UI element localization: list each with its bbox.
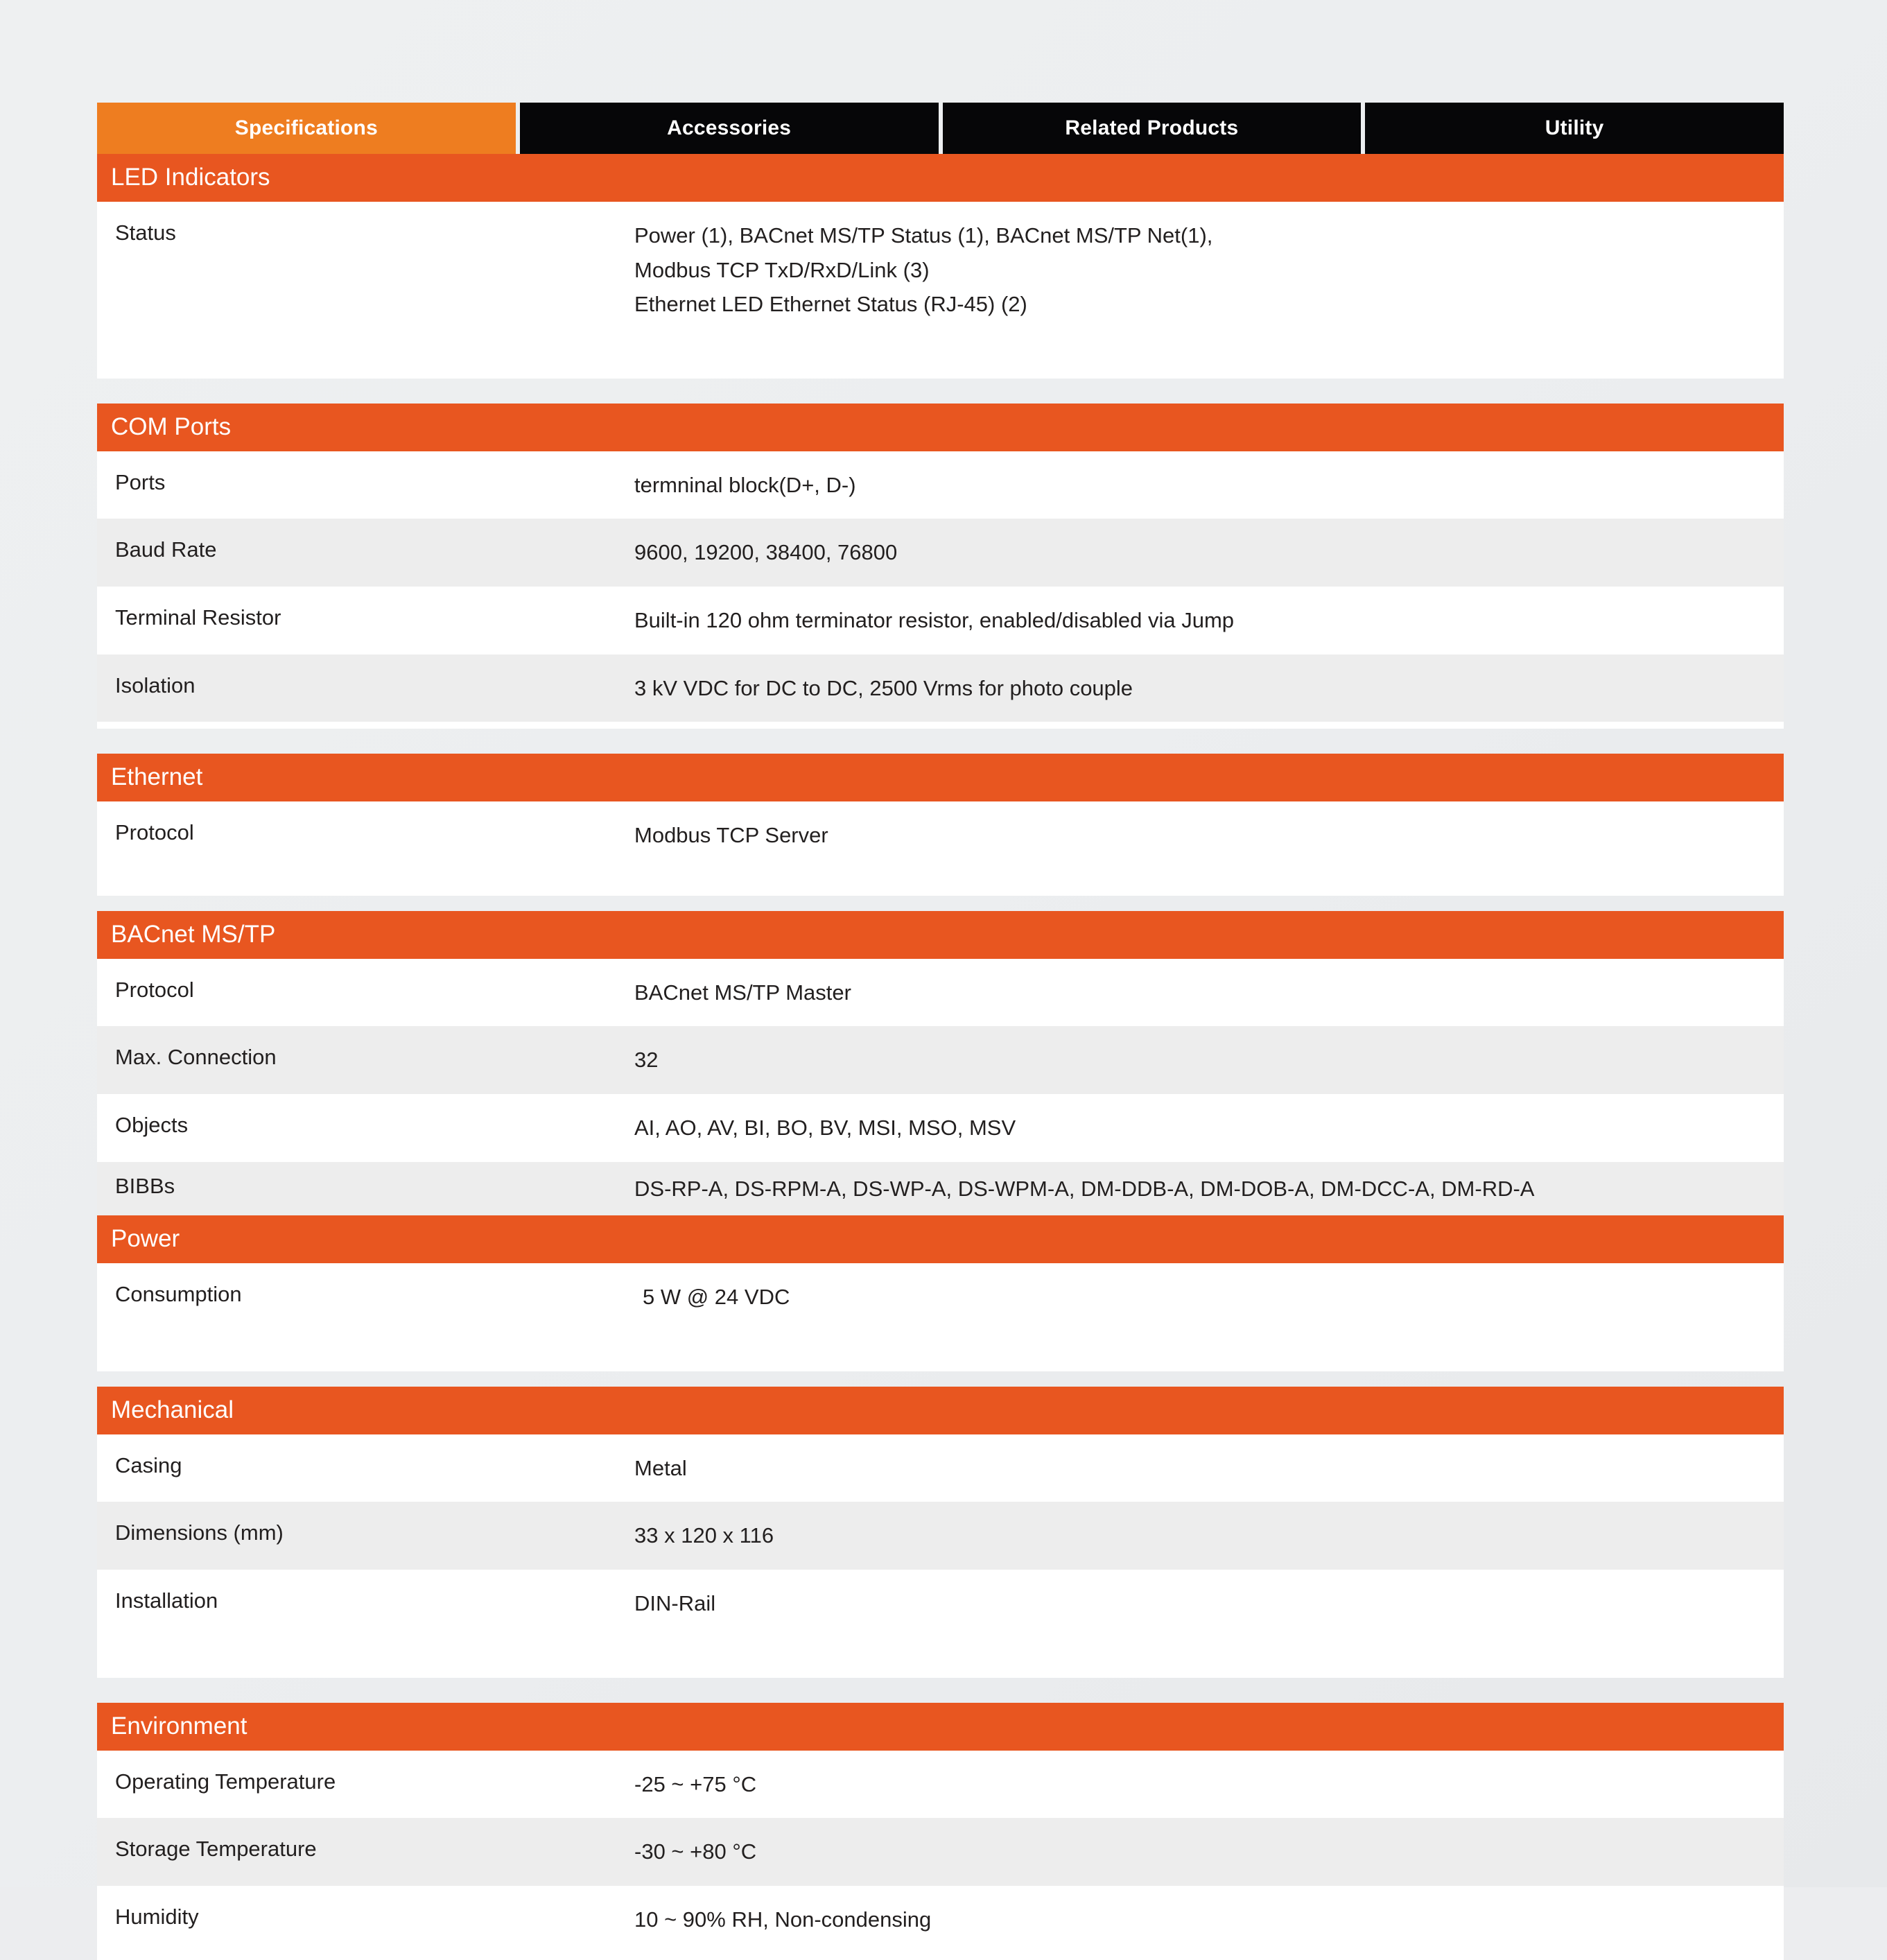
section-rows-mechanical: Casing Metal Dimensions (mm) 33 x 120 x … xyxy=(97,1434,1784,1678)
row-value: -25 ~ +75 °C xyxy=(634,1751,1784,1819)
section-title: COM Ports xyxy=(111,415,231,439)
row-label: Objects xyxy=(97,1094,634,1156)
section-title: LED Indicators xyxy=(111,165,270,189)
table-row: Terminal Resistor Built-in 120 ohm termi… xyxy=(97,587,1784,654)
section-title: Power xyxy=(111,1226,180,1251)
table-row: Ports termninal block(D+, D-) xyxy=(97,451,1784,519)
row-label: Storage Temperature xyxy=(97,1818,634,1880)
table-row: Isolation 3 kV VDC for DC to DC, 2500 Vr… xyxy=(97,654,1784,722)
table-row: Operating Temperature -25 ~ +75 °C xyxy=(97,1751,1784,1819)
section-header-com-ports: COM Ports xyxy=(97,404,1784,451)
row-label: Operating Temperature xyxy=(97,1751,634,1813)
row-label: Isolation xyxy=(97,654,634,717)
row-value: termninal block(D+, D-) xyxy=(634,451,1784,519)
row-value: 33 x 120 x 116 xyxy=(634,1502,1784,1570)
row-label: Protocol xyxy=(97,801,634,864)
row-label: Consumption xyxy=(97,1263,634,1326)
row-value: AI, AO, AV, BI, BO, BV, MSI, MSO, MSV xyxy=(634,1094,1784,1162)
row-label: Status xyxy=(97,202,634,264)
table-row: Protocol Modbus TCP Server xyxy=(97,801,1784,869)
section-title: Environment xyxy=(111,1714,247,1738)
spec-content: Specifications Accessories Related Produ… xyxy=(97,103,1784,1960)
section-rows-ethernet: Protocol Modbus TCP Server xyxy=(97,801,1784,896)
row-value: 10 ~ 90% RH, Non-condensing xyxy=(634,1886,1784,1954)
row-value: Modbus TCP Server xyxy=(634,801,1784,869)
section-header-bacnet-mstp: BACnet MS/TP xyxy=(97,911,1784,959)
row-value: 3 kV VDC for DC to DC, 2500 Vrms for pho… xyxy=(634,654,1784,722)
section-header-power: Power xyxy=(97,1215,1784,1263)
section-title: Mechanical xyxy=(111,1398,234,1422)
table-row: Protocol BACnet MS/TP Master xyxy=(97,959,1784,1027)
row-value: Built-in 120 ohm terminator resistor, en… xyxy=(634,587,1784,654)
row-value: BACnet MS/TP Master xyxy=(634,959,1784,1027)
table-row: Baud Rate 9600, 19200, 38400, 76800 xyxy=(97,519,1784,587)
table-row: BIBBs DS-RP-A, DS-RPM-A, DS-WP-A, DS-WPM… xyxy=(97,1162,1784,1216)
tab-specifications[interactable]: Specifications xyxy=(97,103,516,154)
tab-utility[interactable]: Utility xyxy=(1365,103,1784,154)
row-value: 9600, 19200, 38400, 76800 xyxy=(634,519,1784,587)
row-value: -30 ~ +80 °C xyxy=(634,1818,1784,1886)
row-value: 5 W @ 24 VDC xyxy=(634,1263,1784,1331)
section-mechanical: Mechanical Casing Metal Dimensions (mm) … xyxy=(97,1387,1784,1678)
row-value: Power (1), BACnet MS/TP Status (1), BACn… xyxy=(634,202,1784,338)
tab-utility-label: Utility xyxy=(1545,116,1604,140)
tab-accessories[interactable]: Accessories xyxy=(520,103,939,154)
section-ethernet: Ethernet Protocol Modbus TCP Server xyxy=(97,754,1784,896)
section-gap xyxy=(97,1371,1784,1387)
section-header-led-indicators: LED Indicators xyxy=(97,154,1784,202)
row-label: Terminal Resistor xyxy=(97,587,634,649)
section-led-indicators: LED Indicators Status Power (1), BACnet … xyxy=(97,154,1784,379)
row-label: Dimensions (mm) xyxy=(97,1502,634,1564)
tab-accessories-label: Accessories xyxy=(667,116,791,140)
table-row: Dimensions (mm) 33 x 120 x 116 xyxy=(97,1502,1784,1570)
section-com-ports: COM Ports Ports termninal block(D+, D-) … xyxy=(97,404,1784,729)
row-value: DIN-Rail xyxy=(634,1570,1784,1638)
section-header-ethernet: Ethernet xyxy=(97,754,1784,801)
table-row: Storage Temperature -30 ~ +80 °C xyxy=(97,1818,1784,1886)
section-bacnet-mstp: BACnet MS/TP Protocol BACnet MS/TP Maste… xyxy=(97,911,1784,1215)
row-label: Max. Connection xyxy=(97,1026,634,1089)
tab-specifications-label: Specifications xyxy=(235,116,378,140)
section-gap xyxy=(97,729,1784,754)
section-gap xyxy=(97,1678,1784,1703)
tab-related-products[interactable]: Related Products xyxy=(943,103,1362,154)
row-label: Baud Rate xyxy=(97,519,634,581)
table-row: Objects AI, AO, AV, BI, BO, BV, MSI, MSO… xyxy=(97,1094,1784,1162)
section-rows-com-ports: Ports termninal block(D+, D-) Baud Rate … xyxy=(97,451,1784,729)
section-title: BACnet MS/TP xyxy=(111,922,275,946)
row-value: Metal xyxy=(634,1434,1784,1502)
tab-bar: Specifications Accessories Related Produ… xyxy=(97,103,1784,154)
section-rows-environment: Operating Temperature -25 ~ +75 °C Stora… xyxy=(97,1751,1784,1960)
section-gap xyxy=(97,896,1784,911)
section-power: Power Consumption 5 W @ 24 VDC xyxy=(97,1215,1784,1371)
table-row: Max. Connection 32 xyxy=(97,1026,1784,1094)
spec-sheet-page: Specifications Accessories Related Produ… xyxy=(0,0,1887,1887)
table-row: Status Power (1), BACnet MS/TP Status (1… xyxy=(97,202,1784,338)
row-label: Ports xyxy=(97,451,634,514)
row-value: 32 xyxy=(634,1026,1784,1094)
tab-related-products-label: Related Products xyxy=(1065,116,1238,140)
row-value: DS-RP-A, DS-RPM-A, DS-WP-A, DS-WPM-A, DM… xyxy=(634,1162,1784,1216)
section-rows-led-indicators: Status Power (1), BACnet MS/TP Status (1… xyxy=(97,202,1784,379)
section-header-environment: Environment xyxy=(97,1703,1784,1751)
row-label: BIBBs xyxy=(97,1162,634,1211)
section-title: Ethernet xyxy=(111,765,202,789)
section-rows-bacnet-mstp: Protocol BACnet MS/TP Master Max. Connec… xyxy=(97,959,1784,1215)
section-rows-power: Consumption 5 W @ 24 VDC xyxy=(97,1263,1784,1371)
row-label: Casing xyxy=(97,1434,634,1497)
table-row: Casing Metal xyxy=(97,1434,1784,1502)
section-header-mechanical: Mechanical xyxy=(97,1387,1784,1434)
table-row: Humidity 10 ~ 90% RH, Non-condensing xyxy=(97,1886,1784,1954)
row-label: Humidity xyxy=(97,1886,634,1948)
table-row: Consumption 5 W @ 24 VDC xyxy=(97,1263,1784,1331)
section-environment: Environment Operating Temperature -25 ~ … xyxy=(97,1703,1784,1960)
row-label: Protocol xyxy=(97,959,634,1021)
table-row: Installation DIN-Rail xyxy=(97,1570,1784,1638)
section-gap xyxy=(97,379,1784,404)
row-label: Installation xyxy=(97,1570,634,1632)
